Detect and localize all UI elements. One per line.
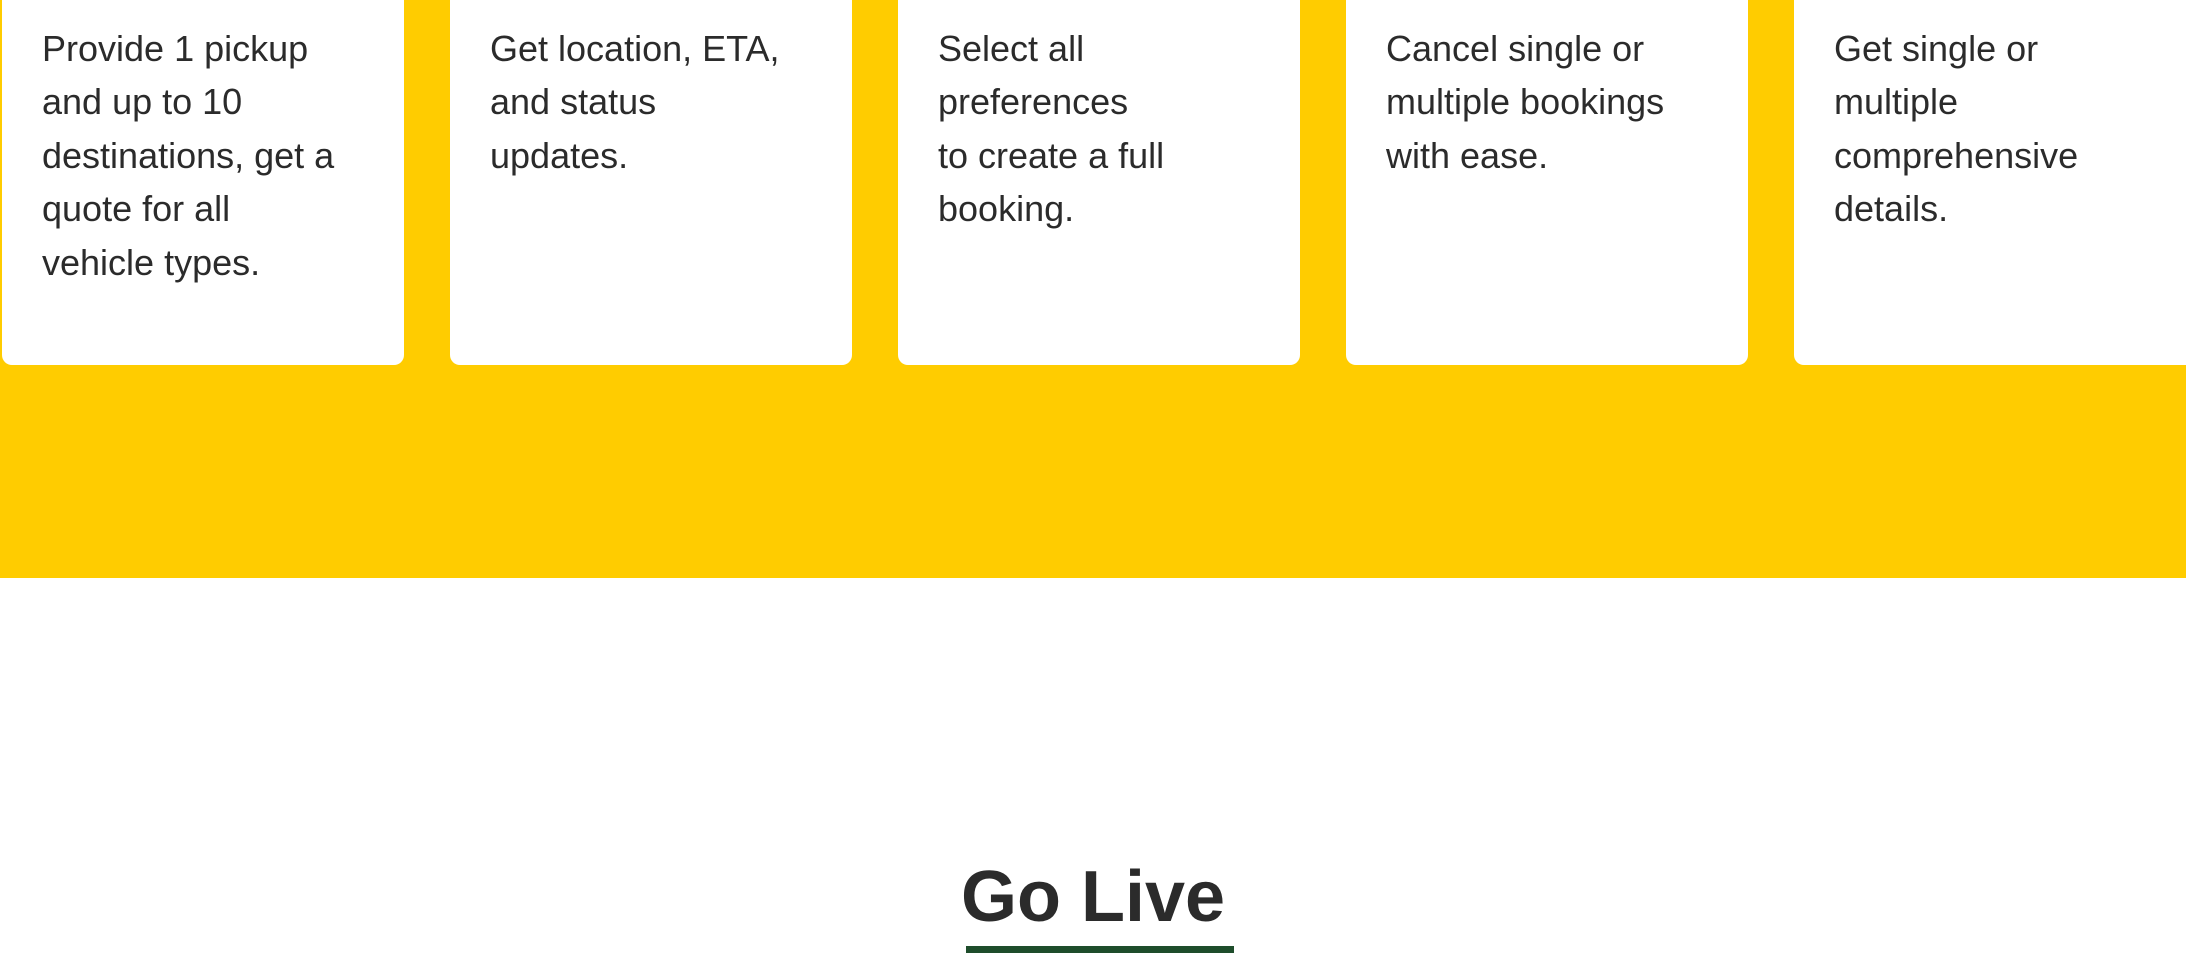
go-live-heading: Go Live xyxy=(960,857,1226,937)
feature-card-description: Get location, ETA, and status updates. xyxy=(490,28,780,176)
heading-underline xyxy=(966,946,1234,953)
feature-card-description: Select all preferences to create a full … xyxy=(938,28,1165,230)
feature-card-quote: Provide 1 pickup and up to 10 destinatio… xyxy=(2,0,404,365)
feature-card-cancel: Cancel single or multiple bookings with … xyxy=(1346,0,1748,365)
feature-card-tracking: Get location, ETA, and status updates. xyxy=(450,0,852,365)
features-section: Provide 1 pickup and up to 10 destinatio… xyxy=(0,0,2186,578)
feature-card-description: Cancel single or multiple bookings with … xyxy=(1386,28,1665,176)
feature-card-description: Get single or multiple comprehensive det… xyxy=(1834,28,2079,230)
feature-card-details: Get single or multiple comprehensive det… xyxy=(1794,0,2186,365)
feature-card-description: Provide 1 pickup and up to 10 destinatio… xyxy=(42,28,335,283)
feature-card-booking: Select all preferences to create a full … xyxy=(898,0,1300,365)
